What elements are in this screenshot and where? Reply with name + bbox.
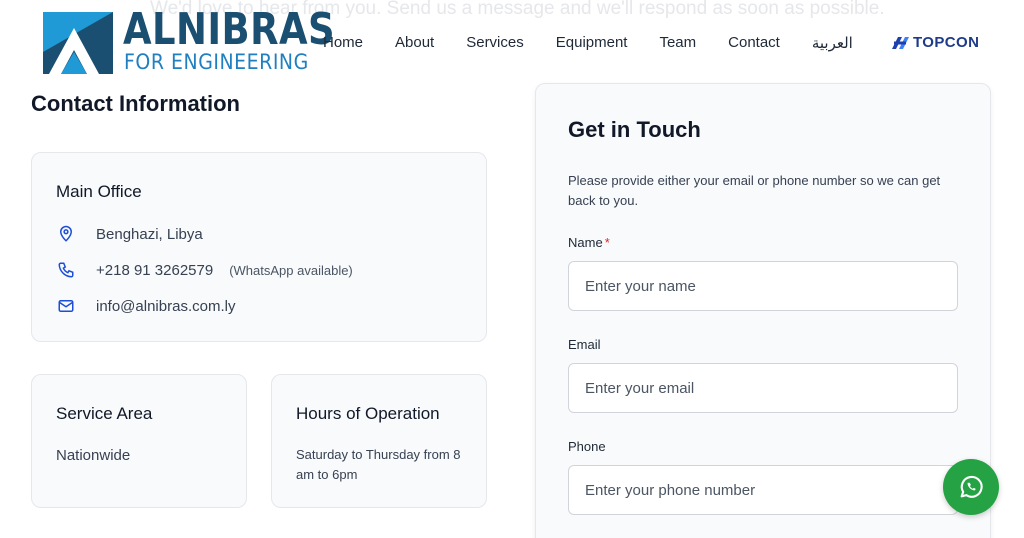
logo-mark-icon	[43, 12, 113, 74]
phone-row: +218 91 3262579 (WhatsApp available)	[56, 260, 353, 280]
partner-logo-topcon[interactable]: TOPCON	[890, 34, 979, 51]
logo-name: ALNIBRAS	[123, 4, 336, 55]
main-office-title: Main Office	[56, 182, 142, 201]
mail-icon	[56, 296, 76, 316]
email-row: info@alnibras.com.ly	[56, 296, 235, 316]
main-nav: Home About Services Equipment Team Conta…	[323, 34, 853, 52]
logo-tagline: FOR ENGINEERING	[124, 50, 309, 74]
nav-services[interactable]: Services	[466, 34, 524, 52]
nav-team[interactable]: Team	[659, 34, 696, 52]
site-logo[interactable]: ALNIBRAS FOR ENGINEERING	[43, 5, 335, 75]
service-area-card: Service Area Nationwide	[31, 374, 247, 508]
hours-card: Hours of Operation Saturday to Thursday …	[271, 374, 487, 508]
partner-name: TOPCON	[913, 34, 980, 51]
nav-contact[interactable]: Contact	[728, 34, 780, 52]
form-description: Please provide either your email or phon…	[568, 173, 941, 208]
map-pin-icon	[56, 224, 76, 244]
name-input[interactable]	[568, 261, 958, 311]
name-label-text: Name	[568, 235, 603, 250]
contact-form: Get in Touch Please provide either your …	[535, 83, 991, 538]
main-office-card: Main Office Benghazi, Libya +218 91 3262…	[31, 152, 487, 342]
nav-language-arabic[interactable]: العربية	[812, 34, 853, 52]
name-label: Name *	[568, 235, 610, 250]
topcon-mark-icon	[892, 36, 909, 49]
service-area-value: Nationwide	[56, 447, 131, 464]
nav-equipment[interactable]: Equipment	[556, 34, 628, 52]
whatsapp-button[interactable]	[943, 459, 999, 515]
nav-about[interactable]: About	[395, 34, 434, 52]
address-text: Benghazi, Libya	[96, 225, 203, 243]
service-area-title: Service Area	[56, 404, 153, 423]
phone-label: Phone	[568, 439, 606, 454]
hours-title: Hours of Operation	[296, 404, 440, 423]
whatsapp-note: (WhatsApp available)	[229, 262, 353, 278]
email-link[interactable]: info@alnibras.com.ly	[96, 298, 235, 315]
form-title: Get in Touch	[568, 117, 701, 142]
nav-home[interactable]: Home	[323, 34, 363, 52]
required-mark: *	[604, 235, 610, 250]
email-input[interactable]	[568, 363, 958, 413]
contact-information-title: Contact Information	[31, 91, 240, 116]
phone-icon	[56, 260, 76, 280]
email-label: Email	[568, 337, 601, 352]
address-row: Benghazi, Libya	[56, 224, 203, 244]
whatsapp-icon	[960, 475, 983, 498]
phone-link[interactable]: +218 91 3262579	[96, 262, 213, 279]
hours-value: Saturday to Thursday from 8 am to 6pm	[296, 447, 461, 482]
phone-input[interactable]	[568, 465, 958, 515]
